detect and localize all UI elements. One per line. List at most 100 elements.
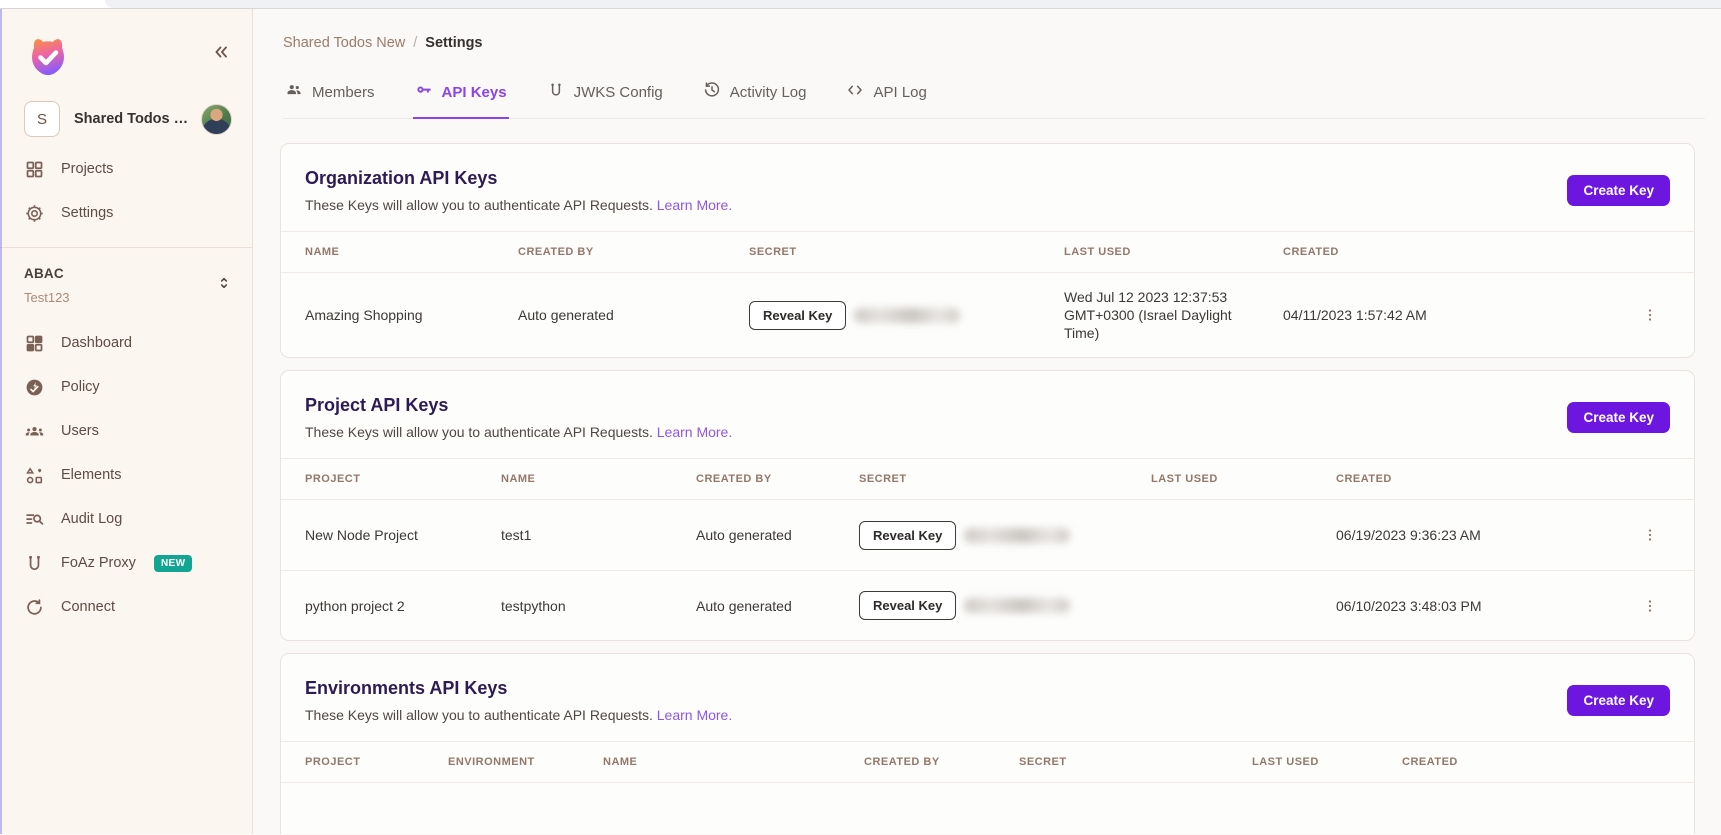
breadcrumb-separator: /: [413, 35, 418, 51]
created-cell: 04/11/2023 1:57:42 AM: [1283, 307, 1427, 323]
created-by-cell: Auto generated: [696, 527, 792, 543]
workspace-selector[interactable]: S Shared Todos …: [0, 81, 252, 137]
tab-members[interactable]: Members: [283, 81, 377, 119]
last-used-cell: Wed Jul 12 2023 12:37:53 GMT+0300 (Israe…: [1064, 288, 1232, 342]
sidebar-item-elements[interactable]: Elements: [0, 453, 252, 497]
project-cell: python project 2: [305, 597, 405, 614]
browser-tab-strip-right: [105, 0, 1721, 8]
key-name-cell: Amazing Shopping: [305, 307, 423, 323]
sidebar-item-dashboard[interactable]: Dashboard: [0, 321, 252, 365]
sidebar-item-label: FoAz Proxy: [61, 555, 136, 571]
learn-more-link[interactable]: Learn More.: [657, 424, 732, 440]
new-badge: NEW: [153, 554, 193, 572]
grid-icon: [24, 159, 45, 180]
reveal-key-button[interactable]: Reveal Key: [859, 520, 957, 550]
table-row: python project 2 testpython Auto generat…: [281, 570, 1694, 640]
tab-api-keys[interactable]: API Keys: [412, 81, 509, 119]
table-header-row: PROJECT ENVIRONMENT NAME CREATED BY SECR…: [281, 741, 1694, 783]
workspace-name: Shared Todos …: [74, 111, 187, 127]
column-header: CREATED BY: [864, 756, 940, 768]
sidebar-nav-top: Projects Settings: [0, 147, 252, 235]
kebab-menu-icon[interactable]: [1642, 527, 1658, 543]
tab-label: Activity Log: [729, 83, 807, 101]
workspace-initial: S: [24, 101, 60, 137]
rotate-icon: [24, 597, 45, 618]
create-key-button[interactable]: Create Key: [1567, 402, 1670, 433]
column-header: LAST USED: [1252, 756, 1319, 768]
table-row: New Node Project test1 Auto generated Re…: [281, 500, 1694, 570]
tab-label: Members: [312, 83, 375, 101]
gear-icon: [24, 203, 45, 224]
users-icon: [24, 421, 45, 442]
card-description: These Keys will allow you to authenticat…: [305, 197, 1670, 213]
sidebar-item-settings[interactable]: Settings: [0, 191, 252, 235]
sidebar-item-label: Audit Log: [61, 511, 123, 527]
secret-blurred: [964, 598, 1071, 613]
audit-search-icon: [24, 509, 45, 530]
kebab-menu-icon[interactable]: [1642, 307, 1658, 323]
card-title: Project API Keys: [305, 395, 449, 415]
column-header: NAME: [305, 246, 340, 258]
card-title: Environments API Keys: [305, 678, 508, 698]
tab-api-log[interactable]: API Log: [844, 81, 928, 119]
user-avatar[interactable]: [201, 103, 232, 135]
sidebar-item-users[interactable]: Users: [0, 409, 252, 453]
create-key-button[interactable]: Create Key: [1567, 175, 1670, 206]
tab-activity-log[interactable]: Activity Log: [701, 81, 809, 119]
created-cell: 06/19/2023 9:36:23 AM: [1336, 527, 1481, 543]
learn-more-link[interactable]: Learn More.: [657, 707, 732, 723]
sidebar-nav-env: Dashboard Policy Users Elements Audit Lo…: [0, 321, 252, 629]
table-row-clipped: [281, 783, 1694, 834]
sidebar-item-label: Elements: [61, 467, 122, 483]
column-header: SECRET: [859, 473, 907, 485]
settings-tabs: Members API Keys JWKS Config Activity Lo…: [283, 81, 1705, 119]
key-name-cell: test1: [501, 527, 532, 543]
sidebar-item-label: Dashboard: [61, 335, 132, 351]
tab-label: API Keys: [441, 83, 507, 101]
secret-cell: Reveal Key: [749, 300, 1064, 330]
sidebar-item-label: Users: [61, 423, 99, 439]
key-icon: [415, 81, 433, 103]
breadcrumb-parent[interactable]: Shared Todos New: [283, 35, 405, 51]
column-header: SECRET: [749, 246, 797, 258]
breadcrumb-current: Settings: [425, 35, 483, 51]
sidebar-collapse-icon[interactable]: [210, 41, 232, 68]
column-header: NAME: [603, 756, 638, 768]
route-icon: [547, 81, 565, 103]
code-brackets-icon: [846, 81, 864, 103]
table-row: Amazing Shopping Auto generated Reveal K…: [281, 273, 1694, 357]
secret-blurred: [964, 527, 1071, 543]
created-by-cell: Auto generated: [696, 597, 792, 614]
column-header: NAME: [501, 473, 536, 485]
secret-blurred: [854, 307, 961, 323]
key-name-cell: testpython: [501, 597, 566, 614]
sidebar-item-policy[interactable]: Policy: [0, 365, 252, 409]
column-header: PROJECT: [305, 473, 361, 485]
unfold-icon[interactable]: [216, 275, 232, 296]
column-header: CREATED: [1402, 756, 1458, 768]
sidebar-item-foaz-proxy[interactable]: FoAz Proxy NEW: [0, 541, 252, 585]
tab-label: JWKS Config: [573, 83, 663, 101]
secret-cell: Reveal Key: [859, 520, 1151, 550]
kebab-menu-icon[interactable]: [1642, 598, 1658, 614]
reveal-key-button[interactable]: Reveal Key: [859, 591, 957, 620]
card-description: These Keys will allow you to authenticat…: [305, 424, 1670, 440]
card-description-text: These Keys will allow you to authenticat…: [305, 424, 653, 440]
card-description-text: These Keys will allow you to authenticat…: [305, 707, 653, 723]
learn-more-link[interactable]: Learn More.: [657, 197, 732, 213]
table-header-row: PROJECT NAME CREATED BY SECRET LAST USED…: [281, 458, 1694, 500]
column-header: LAST USED: [1151, 473, 1218, 485]
tab-jwks-config[interactable]: JWKS Config: [545, 81, 665, 119]
create-key-button[interactable]: Create Key: [1567, 685, 1670, 716]
sidebar-item-label: Policy: [61, 379, 100, 395]
sidebar-item-connect[interactable]: Connect: [0, 585, 252, 629]
column-header: CREATED: [1283, 246, 1339, 258]
sidebar-item-projects[interactable]: Projects: [0, 147, 252, 191]
org-project-switcher[interactable]: ABAC Test123: [0, 248, 252, 311]
sidebar-item-label: Connect: [61, 599, 116, 615]
column-header: PROJECT: [305, 756, 361, 768]
reveal-key-button[interactable]: Reveal Key: [749, 300, 847, 330]
column-header: CREATED BY: [518, 246, 594, 258]
policy-icon: [24, 377, 45, 398]
sidebar-item-audit-log[interactable]: Audit Log: [0, 497, 252, 541]
